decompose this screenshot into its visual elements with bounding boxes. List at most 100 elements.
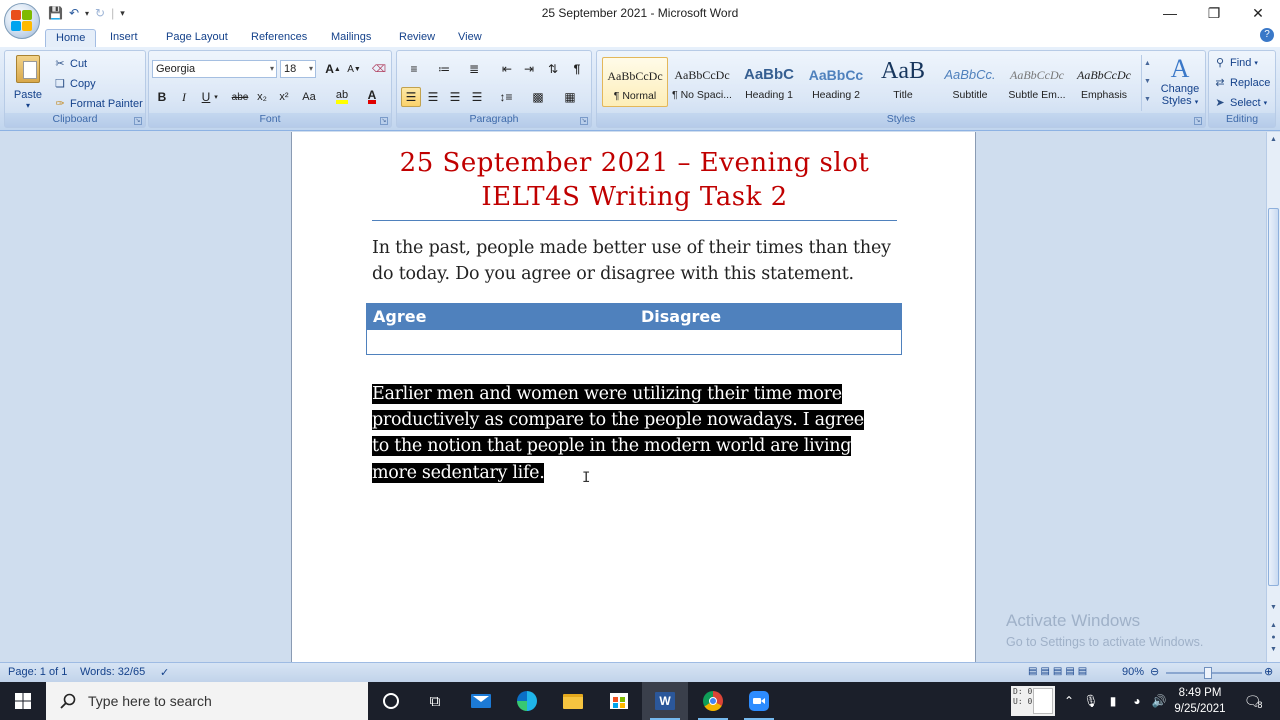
page-count[interactable]: Page: 1 of 1 xyxy=(8,666,67,678)
bold-button[interactable]: B xyxy=(152,87,172,107)
system-clock[interactable]: 8:49 PM 9/25/2021 xyxy=(1170,685,1230,717)
bullets-button[interactable]: ≡ xyxy=(401,59,427,79)
tab-mailings[interactable]: Mailings xyxy=(321,29,381,47)
style-heading-1[interactable]: AaBbC Heading 1 xyxy=(736,57,802,107)
mail-app-button[interactable] xyxy=(458,682,504,720)
chrome-button[interactable] xyxy=(690,682,736,720)
grow-font-button[interactable]: A ▲ xyxy=(323,59,343,79)
zoom-in-icon[interactable]: ⊕ xyxy=(1264,665,1273,678)
select-button[interactable]: ➤ Select ▾ xyxy=(1213,94,1267,112)
styles-gallery-scroll[interactable]: ▲ ▼ ▼ xyxy=(1141,55,1153,111)
select-browse-object-icon[interactable]: ● xyxy=(1268,632,1279,644)
agree-disagree-table[interactable]: Agree Disagree xyxy=(366,303,902,355)
vertical-scrollbar[interactable]: ▲ ▼ ▲ ● ▼ xyxy=(1266,132,1280,662)
style-title[interactable]: AaB Title xyxy=(870,57,936,107)
clipboard-launcher-icon[interactable]: ↘ xyxy=(134,117,142,125)
essay-paragraph[interactable]: Earlier men and women were utilizing the… xyxy=(372,381,882,486)
numbering-button[interactable]: ≔ xyxy=(431,59,457,79)
next-page-icon[interactable]: ▼ xyxy=(1268,644,1279,656)
font-name-select[interactable]: Georgia ▾ xyxy=(152,60,277,78)
minimize-button[interactable]: — xyxy=(1148,0,1192,26)
battery-icon[interactable]: ▮ xyxy=(1104,682,1122,720)
close-button[interactable]: ✕ xyxy=(1236,0,1280,26)
file-explorer-button[interactable] xyxy=(550,682,596,720)
tab-review[interactable]: Review xyxy=(389,29,445,47)
tab-view[interactable]: View xyxy=(448,29,492,47)
cut-button[interactable]: ✂ Cut xyxy=(53,55,87,73)
view-buttons[interactable]: ▤▤▤▤▤ xyxy=(1028,666,1090,677)
notification-center-button[interactable]: 🗨 8 xyxy=(1238,682,1268,720)
scroll-up-icon[interactable]: ▲ xyxy=(1268,134,1279,146)
edge-browser-button[interactable] xyxy=(504,682,550,720)
tab-page-layout[interactable]: Page Layout xyxy=(156,29,238,47)
cortana-button[interactable] xyxy=(368,682,414,720)
zoom-app-button[interactable] xyxy=(736,682,782,720)
help-icon[interactable]: ? xyxy=(1260,28,1274,42)
replace-button[interactable]: ⇄ Replace xyxy=(1213,74,1270,92)
paste-button[interactable]: Paste ▾ xyxy=(11,55,45,111)
restore-button[interactable]: ❐ xyxy=(1192,0,1236,26)
shading-button[interactable]: ▩ xyxy=(525,87,551,107)
multilevel-list-button[interactable]: ≣ xyxy=(461,59,487,79)
style-emphasis[interactable]: AaBbCcDc Emphasis xyxy=(1071,57,1137,107)
font-size-select[interactable]: 18 ▾ xyxy=(280,60,316,78)
document-page[interactable]: 25 September 2021 – Evening slot IELT4S … xyxy=(291,132,976,662)
proofing-icon[interactable]: ✓ xyxy=(160,666,169,679)
copy-button[interactable]: ❏ Copy xyxy=(53,75,96,93)
styles-launcher-icon[interactable]: ↘ xyxy=(1194,117,1202,125)
show-formatting-button[interactable]: ¶ xyxy=(567,59,587,79)
show-hidden-icons-chevron-up-icon[interactable]: ⌃ xyxy=(1060,682,1078,720)
line-spacing-button[interactable]: ↕≡ xyxy=(493,87,519,107)
style-no-spacing[interactable]: AaBbCcDc ¶ No Spaci... xyxy=(669,57,735,107)
italic-button[interactable]: I xyxy=(174,87,194,107)
style-subtitle[interactable]: AaBbCc. Subtitle xyxy=(937,57,1003,107)
highlight-button[interactable]: ab xyxy=(329,87,355,107)
style-heading-2[interactable]: AaBbCc Heading 2 xyxy=(803,57,869,107)
underline-dropdown-icon[interactable]: ▾ xyxy=(211,87,221,107)
word-count[interactable]: Words: 32/65 xyxy=(80,666,145,678)
network-icon[interactable]: ◕ xyxy=(1128,682,1146,720)
scroll-thumb[interactable] xyxy=(1268,208,1279,586)
increase-indent-button[interactable]: ⇥ xyxy=(519,59,539,79)
zoom-slider[interactable] xyxy=(1166,672,1262,674)
tab-home[interactable]: Home xyxy=(45,29,97,47)
start-button[interactable] xyxy=(0,682,46,720)
sort-button[interactable]: ⇅ xyxy=(543,59,563,79)
zoom-out-icon[interactable]: ⊖ xyxy=(1150,665,1159,678)
volume-icon[interactable]: 🔊 xyxy=(1150,682,1168,720)
font-color-button[interactable]: A xyxy=(359,87,385,107)
borders-button[interactable]: ▦ xyxy=(557,87,583,107)
format-painter-button[interactable]: ✑ Format Painter xyxy=(53,95,142,113)
previous-page-icon[interactable]: ▲ xyxy=(1268,620,1279,632)
paragraph-launcher-icon[interactable]: ↘ xyxy=(580,117,588,125)
taskbar-search[interactable]: Type here to search xyxy=(46,682,368,720)
microphone-icon[interactable]: 🎙 xyxy=(1082,682,1100,720)
zoom-slider-handle[interactable] xyxy=(1204,667,1212,679)
task-view-button[interactable]: ⧉ xyxy=(412,682,458,720)
change-case-button[interactable]: Aa xyxy=(297,87,321,107)
tab-insert[interactable]: Insert xyxy=(100,29,148,47)
font-launcher-icon[interactable]: ↘ xyxy=(380,117,388,125)
align-right-button[interactable]: ☰ xyxy=(445,87,465,107)
align-center-button[interactable]: ☰ xyxy=(423,87,443,107)
word-app-button[interactable]: W xyxy=(642,682,688,720)
superscript-button[interactable]: x² xyxy=(274,87,294,107)
change-styles-button[interactable]: A Change Styles ▾ xyxy=(1157,55,1203,113)
style-normal[interactable]: AaBbCcDc ¶ Normal xyxy=(602,57,668,107)
strikethrough-button[interactable]: abe xyxy=(229,87,251,107)
style-subtle-emphasis[interactable]: AaBbCcDc Subtle Em... xyxy=(1004,57,1070,107)
justify-button[interactable]: ☰ xyxy=(467,87,487,107)
find-button[interactable]: ⚲ Find ▾ xyxy=(1213,54,1258,72)
store-button[interactable] xyxy=(596,682,642,720)
input-indicator[interactable]: D: 0 U: 0 xyxy=(1011,686,1055,716)
zoom-level[interactable]: 90% xyxy=(1122,666,1144,678)
table-row[interactable] xyxy=(367,330,901,354)
tab-references[interactable]: References xyxy=(241,29,317,47)
decrease-indent-button[interactable]: ⇤ xyxy=(497,59,517,79)
align-left-button[interactable]: ☰ xyxy=(401,87,421,107)
office-button[interactable] xyxy=(4,3,40,39)
shrink-font-button[interactable]: A ▼ xyxy=(344,59,364,79)
subscript-button[interactable]: x₂ xyxy=(252,87,272,107)
scroll-down-icon[interactable]: ▼ xyxy=(1268,602,1279,614)
clear-formatting-button[interactable]: ⌫ xyxy=(369,59,389,79)
